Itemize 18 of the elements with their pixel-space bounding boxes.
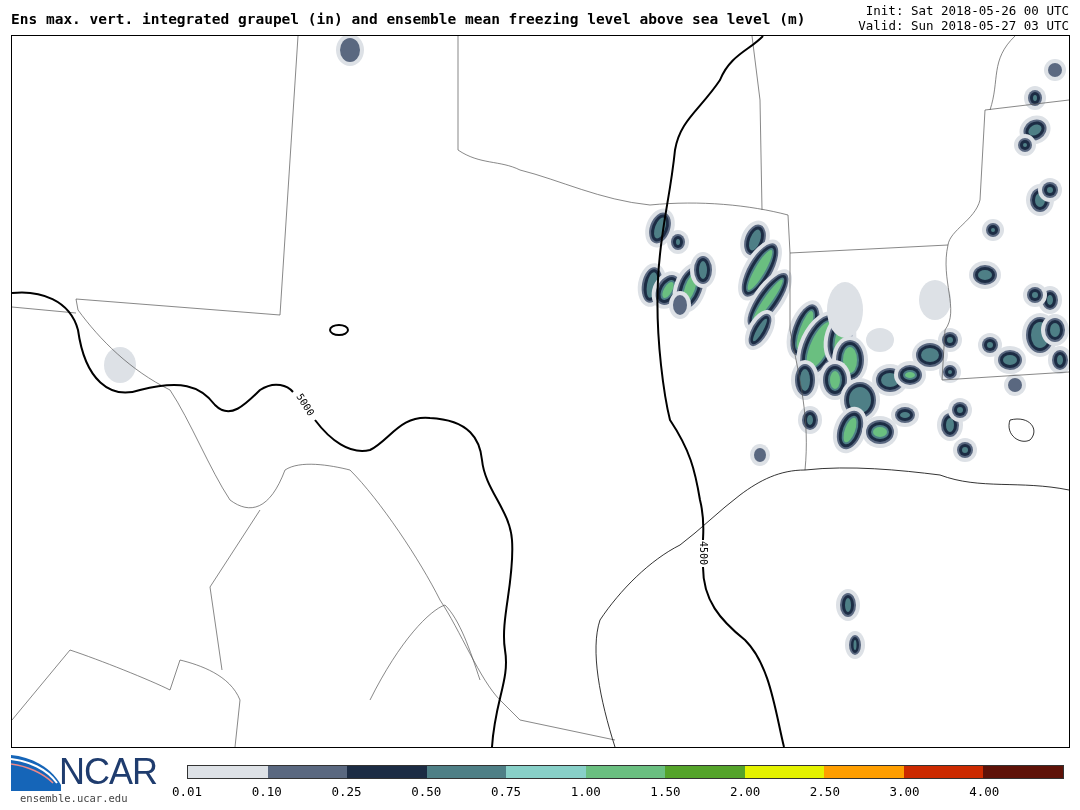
colorbar-tick-label: 1.00: [570, 784, 601, 799]
colorbar-tick-label: 0.10: [251, 784, 282, 799]
colorbar-tick-label: 1.50: [650, 784, 681, 799]
url-text: ensemble.ucar.edu: [20, 792, 129, 804]
init-time-text: Init: Sat 2018-05-26 00 UTC: [865, 3, 1069, 18]
valid-time-text: Valid: Sun 2018-05-27 03 UTC: [858, 18, 1069, 33]
colorbar-tick-label: 2.00: [730, 784, 761, 799]
swoosh-logo-icon: [11, 753, 63, 791]
colorbar-tick-label: 0.25: [331, 784, 362, 799]
colorbar-tick-label: 0.01: [172, 784, 203, 799]
logo-text: NCAR: [59, 752, 157, 792]
colorbar-tick-label: 2.50: [809, 784, 840, 799]
colorbar-tick-label: 0.50: [411, 784, 442, 799]
page-title: Ens max. vert. integrated graupel (in) and ensemble mean freezing level above sea level (m): [11, 11, 806, 27]
colorbar-tick-label: 0.75: [490, 784, 521, 799]
contour-label: 4500: [698, 540, 709, 566]
colorbar-tick-label: 4.00: [969, 784, 1000, 799]
colorbar-tick-label: 3.00: [889, 784, 920, 799]
